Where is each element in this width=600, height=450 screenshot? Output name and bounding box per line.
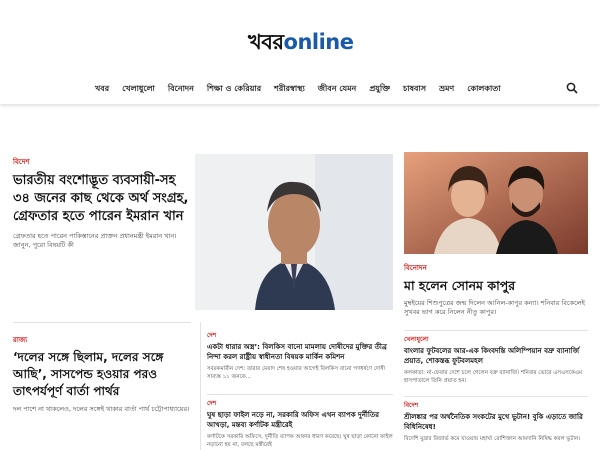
lead-headline[interactable]: ভারতীয় বংশোদ্ভূত ব্যবসায়ী-সহ ৩৪ জনের ক… bbox=[13, 172, 191, 226]
lead-summary: গ্রেফতার হতে পারেন পাকিস্তানের প্রাক্তন … bbox=[13, 232, 177, 249]
left-bottom-story[interactable]: রাজ্য ‘দলের সঙ্গে ছিলাম, দলের সঙ্গে আছি’… bbox=[13, 334, 195, 414]
lead-story[interactable]: বিদেশ ভারতীয় বংশোদ্ভূত ব্যবসায়ী-সহ ৩৪ … bbox=[13, 156, 191, 250]
right-top-headline[interactable]: মা হলেন সোনম কাপুর bbox=[404, 277, 588, 294]
divider bbox=[404, 330, 588, 331]
left-bottom-kicker[interactable]: রাজ্য bbox=[13, 334, 195, 346]
site-logo[interactable]: খবরonline bbox=[248, 26, 354, 61]
right-mid-summary: কলকাতা: না-ফেরার দেশে চলে গেলেন বদ্রু ব্… bbox=[404, 370, 583, 384]
right-mid-kicker[interactable]: খেলাধুলো bbox=[404, 334, 588, 345]
divider bbox=[404, 396, 588, 397]
logo-text-bengali: খবর bbox=[248, 30, 284, 54]
middle-story-1[interactable]: দেশ একটা ধারার অস্ত্র’: বিলকিস বানো মামল… bbox=[207, 330, 393, 381]
middle-story-1-summary: সবরকমারীন দেশ: তারার মেয়াদ শেষ হওয়ার আ… bbox=[207, 366, 386, 380]
middle-story-2[interactable]: দেশ ঘুষ ছাড়া ফাইল নড়ে না, সরকারি অফিস … bbox=[207, 398, 393, 449]
search-icon[interactable] bbox=[566, 82, 578, 94]
right-bottom-kicker[interactable]: বিদেশ bbox=[404, 400, 588, 411]
right-bottom-story[interactable]: বিদেশ শ্রীলঙ্কার পর অর্থনৈতিক সংকটের মুখ… bbox=[404, 400, 588, 443]
nav-item-agriculture[interactable]: চাষবাস bbox=[403, 83, 426, 96]
right-top-summary: মুম্বইয়ের শিশুপুত্রের জন্ম দিলেন আনিল-ক… bbox=[404, 299, 585, 316]
right-bottom-summary: বিদেশি মুদ্রার রিজার্ভ কমে যাওয়ায় মহার… bbox=[404, 436, 581, 442]
nav-item-entertainment[interactable]: বিনোদন bbox=[168, 83, 194, 96]
divider bbox=[200, 322, 201, 450]
nav-item-education[interactable]: শিক্ষা ও কেরিয়ার bbox=[207, 83, 261, 96]
nav-item-sports[interactable]: খেলাধুলো bbox=[122, 83, 155, 96]
site-header: খবরonline খবর খেলাধুলো বিনোদন শিক্ষা ও ক… bbox=[0, 0, 600, 104]
right-top-image[interactable] bbox=[404, 152, 588, 254]
right-bottom-headline[interactable]: শ্রীলঙ্কার পর অর্থনৈতিক সংকটের মুখে ভুটা… bbox=[404, 412, 588, 432]
nav-item-travel[interactable]: ভ্রমণ bbox=[439, 83, 454, 96]
middle-story-2-summary: কর্ণাটকে সরকারি অফিসে, দুর্নীতি ব্যাপক আ… bbox=[207, 434, 393, 448]
main-nav: খবর খেলাধুলো বিনোদন শিক্ষা ও কেরিয়ার শর… bbox=[95, 83, 514, 96]
middle-story-1-headline[interactable]: একটা ধারার অস্ত্র’: বিলকিস বানো মামলায় … bbox=[207, 342, 393, 362]
logo-text-online: online bbox=[283, 30, 354, 54]
lead-image[interactable] bbox=[195, 154, 393, 310]
right-top-story[interactable]: বিনোদন মা হলেন সোনম কাপুর মুম্বইয়ের শিশ… bbox=[404, 262, 588, 317]
nav-item-news[interactable]: খবর bbox=[95, 83, 109, 96]
right-mid-headline[interactable]: বাংলার ফুটবলের আর-এক কিংবদন্তি অলিম্পিয়… bbox=[404, 346, 588, 366]
right-mid-story[interactable]: খেলাধুলো বাংলার ফুটবলের আর-এক কিংবদন্তি … bbox=[404, 334, 588, 385]
nav-item-technology[interactable]: প্রযুক্তি bbox=[369, 83, 390, 96]
left-bottom-summary: দল পাশে না থাকলেও, দলের সঙ্গেই থাকার বার… bbox=[13, 405, 190, 413]
nav-item-kolkata[interactable]: কোলকাতা bbox=[467, 83, 500, 96]
nav-item-lifestyle[interactable]: জীবন যেমন bbox=[318, 83, 357, 96]
right-top-kicker[interactable]: বিনোদন bbox=[404, 262, 588, 274]
nav-item-health[interactable]: শরীরস্বাস্থ্য bbox=[274, 83, 305, 96]
lead-kicker[interactable]: বিদেশ bbox=[13, 156, 191, 168]
middle-story-2-kicker[interactable]: দেশ bbox=[207, 398, 393, 409]
divider bbox=[207, 394, 393, 395]
middle-story-1-kicker[interactable]: দেশ bbox=[207, 330, 393, 341]
divider bbox=[13, 322, 191, 323]
middle-story-2-headline[interactable]: ঘুষ ছাড়া ফাইল নড়ে না, সরকারি অফিস এখন … bbox=[207, 410, 393, 430]
left-bottom-headline[interactable]: ‘দলের সঙ্গে ছিলাম, দলের সঙ্গে আছি’, সাসপ… bbox=[13, 349, 195, 400]
